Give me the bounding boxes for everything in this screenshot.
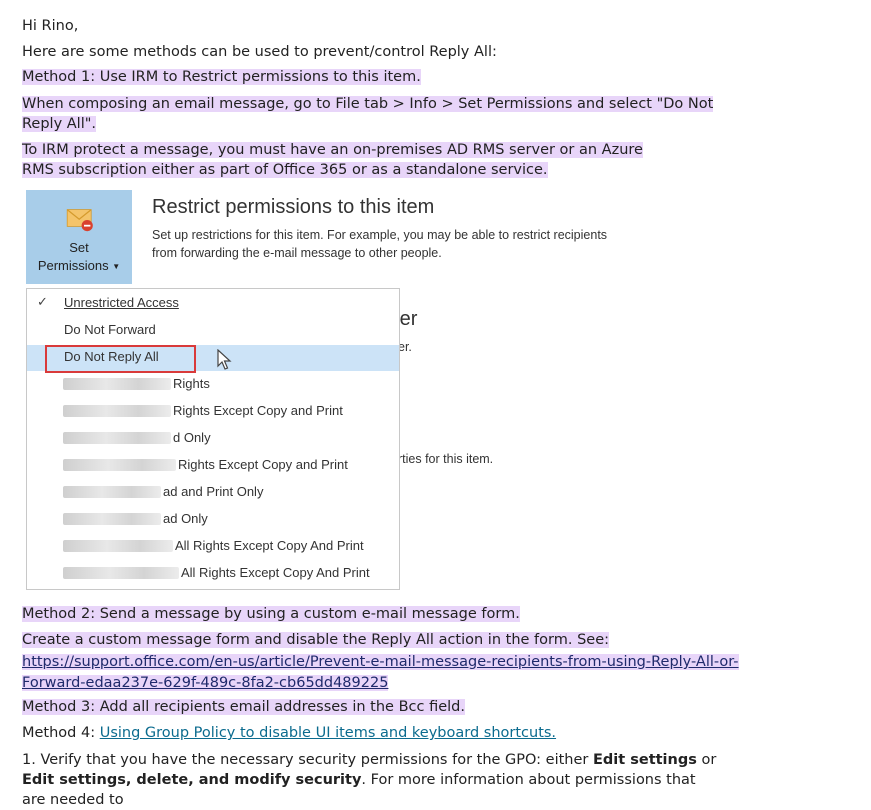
method2-step: Create a custom message form and disable… [22, 630, 609, 650]
menu-item-unrestricted-access[interactable]: ✓ Unrestricted Access [27, 291, 399, 317]
redacted-text [63, 432, 171, 444]
step1-text-1: 1. Verify that you have the necessary se… [22, 752, 593, 768]
method1-title-text: Method 1: Use IRM to Restrict permission… [22, 69, 421, 85]
redacted-text [63, 378, 171, 390]
method2-link-continued[interactable]: Forward-edaa237e-629f-489c-8fa2-cb65dd48… [22, 675, 389, 691]
step1-bold-1: Edit settings [593, 752, 697, 768]
menu-item-template-6[interactable]: ad Only [27, 507, 399, 533]
method2-step-text: Create a custom message form and disable… [22, 632, 609, 648]
menu-item-label: Rights Except Copy and Print [178, 457, 348, 472]
menu-item-label: Rights Except Copy and Print [173, 403, 343, 418]
menu-item-label: All Rights Except Copy And Print [181, 565, 370, 580]
redacted-text [63, 405, 171, 417]
method1-note: To IRM protect a message, you must have … [22, 140, 672, 180]
mouse-cursor-icon [217, 349, 232, 370]
panel-description: Set up restrictions for this item. For e… [152, 226, 607, 262]
background-text-fragment: er. [398, 340, 412, 354]
step1-bold-2: Edit settings, delete, and modify securi… [22, 772, 362, 788]
menu-item-label: Rights [173, 376, 210, 391]
button-label-line1: Set [69, 240, 89, 255]
method2-link[interactable]: https://support.office.com/en-us/article… [22, 654, 739, 670]
highlight-box [45, 345, 196, 373]
menu-item-template-3[interactable]: d Only [27, 426, 399, 452]
panel-description-line2: from forwarding the e-mail message to ot… [152, 246, 442, 260]
button-label-line2: Permissions ▼ [26, 258, 132, 273]
menu-item-label: ad Only [163, 511, 208, 526]
menu-item-do-not-forward[interactable]: Do Not Forward [27, 318, 399, 344]
panel-title: Restrict permissions to this item [152, 196, 435, 218]
envelope-restrict-icon [66, 209, 93, 232]
set-permissions-screenshot: Set Permissions ▼ Restrict permissions t… [26, 190, 706, 590]
method1-note-text: To IRM protect a message, you must have … [22, 142, 643, 178]
redacted-text [63, 486, 161, 498]
chevron-down-icon: ▼ [112, 262, 121, 272]
method1-step-text: When composing an email message, go to F… [22, 96, 714, 132]
menu-item-label: ad and Print Only [163, 484, 264, 499]
method3-title-text: Method 3: Add all recipients email addre… [22, 699, 465, 715]
intro-line: Here are some methods can be used to pre… [22, 44, 497, 60]
panel-description-line1: Set up restrictions for this item. For e… [152, 228, 608, 242]
method2-link-line2-wrap: Forward-edaa237e-629f-489c-8fa2-cb65dd48… [22, 673, 389, 693]
redacted-text [63, 513, 161, 525]
method2-link-line1-wrap: https://support.office.com/en-us/article… [22, 652, 739, 672]
redacted-text [63, 459, 176, 471]
menu-item-label: Do Not Forward [64, 322, 156, 337]
checkmark-icon: ✓ [37, 294, 48, 309]
method3-title: Method 3: Add all recipients email addre… [22, 697, 465, 717]
method2-title: Method 2: Send a message by using a cust… [22, 604, 520, 624]
set-permissions-button[interactable]: Set Permissions ▼ [26, 190, 132, 284]
step1-text-2: or [696, 752, 717, 768]
menu-item-template-8[interactable]: All Rights Except Copy And Print [27, 561, 399, 587]
method1-step: When composing an email message, go to F… [22, 94, 734, 134]
menu-item-template-1[interactable]: Rights [27, 372, 399, 398]
greeting: Hi Rino, [22, 18, 79, 34]
menu-item-template-5[interactable]: ad and Print Only [27, 480, 399, 506]
redacted-text [63, 540, 173, 552]
menu-item-label: Unrestricted Access [64, 295, 179, 310]
menu-item-label: d Only [173, 430, 211, 445]
background-properties-fragment: rties for this item. [398, 452, 494, 466]
step1-paragraph: 1. Verify that you have the necessary se… [22, 750, 722, 810]
method4-prefix: Method 4: [22, 725, 100, 741]
permissions-dropdown-menu: ✓ Unrestricted Access Do Not Forward Do … [26, 288, 400, 590]
menu-item-template-7[interactable]: All Rights Except Copy And Print [27, 534, 399, 560]
group-policy-link[interactable]: Using Group Policy to disable UI items a… [100, 725, 556, 741]
method4-line: Method 4: Using Group Policy to disable … [22, 723, 556, 743]
method2-title-text: Method 2: Send a message by using a cust… [22, 606, 520, 622]
button-label-line2-text: Permissions [37, 258, 109, 273]
menu-item-template-2[interactable]: Rights Except Copy and Print [27, 399, 399, 425]
method1-title: Method 1: Use IRM to Restrict permission… [22, 67, 421, 87]
redacted-text [63, 567, 179, 579]
menu-item-template-4[interactable]: Rights Except Copy and Print [27, 453, 399, 479]
menu-item-label: All Rights Except Copy And Print [175, 538, 364, 553]
